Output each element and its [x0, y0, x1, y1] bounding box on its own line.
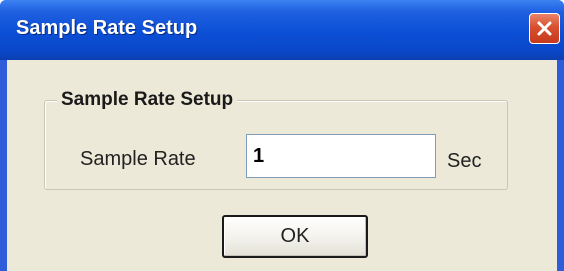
sample-rate-label: Sample Rate — [80, 148, 196, 170]
dialog-body: Sample Rate Setup Sample Rate Sec OK — [7, 60, 557, 271]
sample-rate-input[interactable] — [246, 134, 436, 178]
window-title: Sample Rate Setup — [16, 17, 198, 39]
title-bar[interactable]: Sample Rate Setup — [0, 0, 564, 60]
close-button[interactable] — [529, 13, 560, 44]
close-icon — [537, 21, 552, 36]
groupbox-legend: Sample Rate Setup — [57, 89, 238, 111]
sample-rate-unit: Sec — [447, 150, 482, 172]
ok-button[interactable]: OK — [222, 215, 368, 258]
dialog-window: Sample Rate Setup Sample Rate Setup Samp… — [0, 0, 564, 271]
